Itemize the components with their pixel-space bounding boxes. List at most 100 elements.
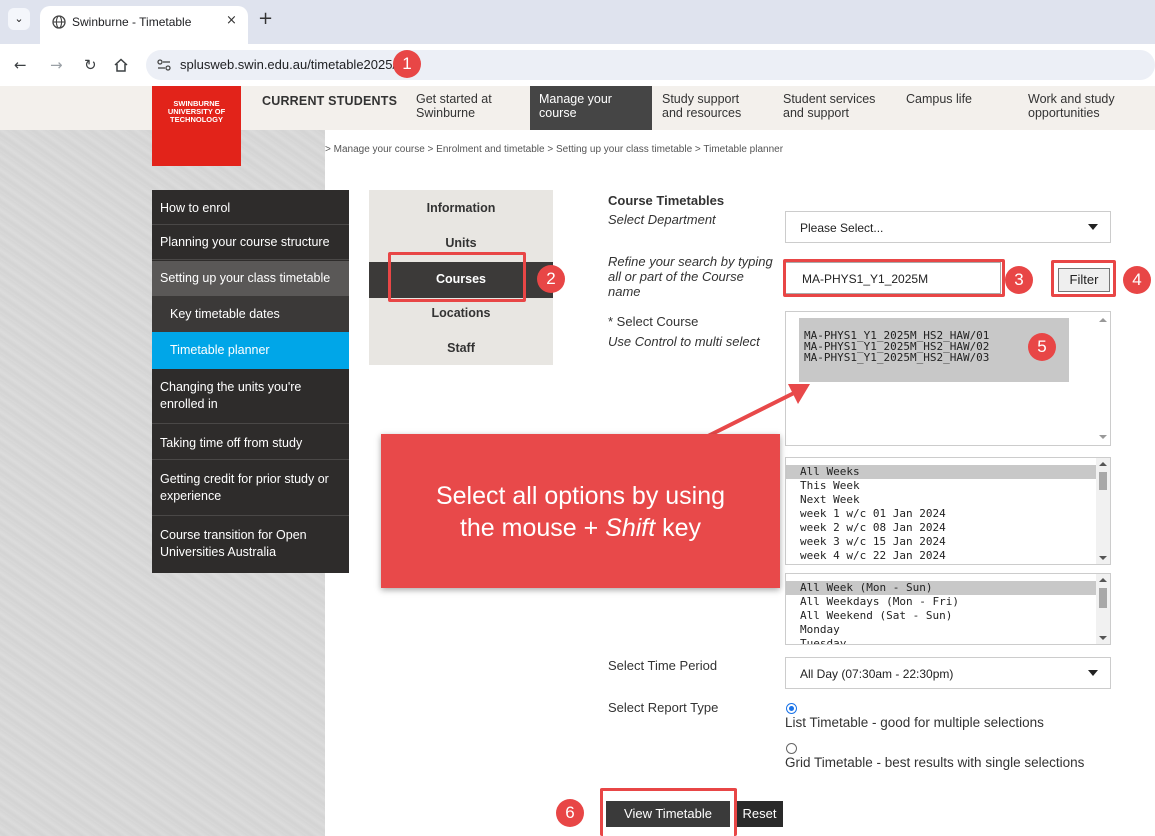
nav-campus-life[interactable]: Campus life xyxy=(906,92,972,106)
sidebar-item-planning[interactable]: Planning your course structure xyxy=(152,234,349,251)
subnav-locations[interactable]: Locations xyxy=(369,306,553,320)
select-department-label: Select Department xyxy=(608,212,716,227)
time-period-select[interactable]: All Day (07:30am - 22:30pm) xyxy=(785,657,1111,689)
nav-label: Swinburne xyxy=(416,106,476,120)
callout-line: Select all options by using xyxy=(435,482,726,510)
nav-manage-course[interactable]: Manage your course xyxy=(539,92,612,120)
sidebar-item-label: Changing the units you're xyxy=(160,380,302,394)
tab-search-chevron-icon[interactable]: ⌄ xyxy=(8,8,30,30)
department-select[interactable]: Please Select... xyxy=(785,211,1111,243)
sidebar-item-setting-up[interactable]: Setting up your class timetable xyxy=(152,261,349,296)
days-listbox-scrollbar[interactable] xyxy=(1096,574,1110,644)
week-option[interactable]: week 3 w/c 15 Jan 2024 xyxy=(786,535,1110,549)
course-timetables-heading: Course Timetables xyxy=(608,193,725,208)
home-icon[interactable] xyxy=(113,57,129,73)
time-period-label: Select Time Period xyxy=(608,658,718,673)
browser-tab[interactable]: Swinburne - Timetable × xyxy=(40,6,248,44)
reset-button[interactable]: Reset xyxy=(736,801,783,827)
sidebar-item-key-dates[interactable]: Key timetable dates xyxy=(152,296,349,332)
sidebar-item-course-transition[interactable]: Course transition for Open Universities … xyxy=(152,527,349,561)
scroll-down-icon[interactable] xyxy=(1099,636,1107,640)
sidebar-item-label: Universities Australia xyxy=(160,545,277,559)
weeks-listbox[interactable]: All Weeks This Week Next Week week 1 w/c… xyxy=(785,457,1111,565)
step-badge-3: 3 xyxy=(1005,266,1033,294)
sidebar-divider xyxy=(152,224,349,225)
chevron-down-icon xyxy=(1088,224,1098,230)
annotation-box-courses xyxy=(388,252,526,302)
day-option[interactable]: Tuesday xyxy=(786,637,1110,644)
report-list-label[interactable]: List Timetable - good for multiple selec… xyxy=(785,715,1044,730)
site-settings-icon[interactable] xyxy=(156,57,172,73)
nav-student-services[interactable]: Student services and support xyxy=(783,92,875,120)
nav-label: Work and study xyxy=(1028,92,1115,106)
report-grid-label[interactable]: Grid Timetable - best results with singl… xyxy=(785,755,1084,770)
step-badge-4: 4 xyxy=(1123,266,1151,294)
course-listbox-scrollbar[interactable] xyxy=(1096,312,1110,445)
step-badge-6: 6 xyxy=(556,799,584,827)
sidebar-item-label: enrolled in xyxy=(160,397,218,411)
nav-label: and resources xyxy=(662,106,742,120)
nav-label: Get started at xyxy=(416,92,492,106)
report-grid-radio[interactable] xyxy=(786,743,797,754)
weeks-listbox-scrollbar[interactable] xyxy=(1096,458,1110,564)
callout-line: the mouse + Shift key xyxy=(381,512,780,544)
nav-get-started[interactable]: Get started at Swinburne xyxy=(416,92,492,120)
report-type-label: Select Report Type xyxy=(608,700,719,715)
globe-icon xyxy=(52,15,66,29)
sidebar-divider xyxy=(152,515,349,516)
refine-label-line: Refine your search by typing xyxy=(608,254,773,269)
annotation-box-view xyxy=(600,788,737,836)
sidebar-item-label: Setting up your class timetable xyxy=(160,271,331,285)
week-option[interactable]: week 2 w/c 08 Jan 2024 xyxy=(786,521,1110,535)
week-option[interactable]: Next Week xyxy=(786,493,1110,507)
url-field[interactable]: splusweb.swin.edu.au/timetable2025/ xyxy=(146,50,1155,80)
course-option[interactable]: MA-PHYS1_Y1_2025M_HS2_HAW/03 xyxy=(804,352,989,363)
scroll-thumb[interactable] xyxy=(1099,588,1107,608)
sidebar-item-label: Getting credit for prior study or xyxy=(160,472,329,486)
sidebar-item-credit[interactable]: Getting credit for prior study or experi… xyxy=(152,471,349,505)
week-option[interactable]: All Weeks xyxy=(786,465,1110,479)
week-option[interactable]: week 4 w/c 22 Jan 2024 xyxy=(786,549,1110,563)
nav-label: opportunities xyxy=(1028,106,1100,120)
week-option[interactable]: This Week xyxy=(786,479,1110,493)
scroll-up-icon[interactable] xyxy=(1099,462,1107,466)
current-students-link[interactable]: CURRENT STUDENTS xyxy=(262,94,397,108)
url-text: splusweb.swin.edu.au/timetable2025/ xyxy=(180,57,397,72)
nav-work-study[interactable]: Work and study opportunities xyxy=(1028,92,1115,120)
swinburne-logo[interactable]: SWINBURNE UNIVERSITY OF TECHNOLOGY xyxy=(152,86,241,166)
sidebar-item-time-off[interactable]: Taking time off from study xyxy=(152,435,349,452)
subnav-information[interactable]: Information xyxy=(369,201,553,215)
scroll-down-icon[interactable] xyxy=(1099,435,1107,439)
step-badge-1: 1 xyxy=(393,50,421,78)
scroll-thumb[interactable] xyxy=(1099,472,1107,490)
breadcrumb: > Manage your course > Enrolment and tim… xyxy=(325,144,784,155)
forward-arrow-icon[interactable]: → xyxy=(50,56,63,74)
day-option[interactable]: All Weekend (Sat - Sun) xyxy=(786,609,1110,623)
tab-close-icon[interactable]: × xyxy=(226,13,237,28)
report-list-radio[interactable] xyxy=(786,703,797,714)
scroll-down-icon[interactable] xyxy=(1099,556,1107,560)
subnav-staff[interactable]: Staff xyxy=(369,341,553,355)
course-listbox[interactable]: MA-PHYS1_Y1_2025M_HS2_HAW/01 MA-PHYS1_Y1… xyxy=(785,311,1111,446)
scroll-up-icon[interactable] xyxy=(1099,578,1107,582)
back-arrow-icon[interactable]: ← xyxy=(14,56,27,74)
day-option[interactable]: Monday xyxy=(786,623,1110,637)
sidebar-item-changing-units[interactable]: Changing the units you're enrolled in xyxy=(152,379,349,413)
nav-study-support[interactable]: Study support and resources xyxy=(662,92,741,120)
sidebar-item-how-to-enrol[interactable]: How to enrol xyxy=(152,200,349,217)
days-listbox[interactable]: All Week (Mon - Sun) All Weekdays (Mon -… xyxy=(785,573,1111,645)
logo-line: TECHNOLOGY xyxy=(170,115,223,124)
nav-label: Study support xyxy=(662,92,740,106)
new-tab-icon[interactable]: + xyxy=(258,10,273,28)
instruction-callout: Select all options by using the mouse + … xyxy=(381,434,780,588)
browser-tab-strip: ⌄ Swinburne - Timetable × + xyxy=(0,0,1155,44)
scroll-up-icon[interactable] xyxy=(1099,318,1107,322)
week-option[interactable]: week 1 w/c 01 Jan 2024 xyxy=(786,507,1110,521)
callout-emphasis: Shift xyxy=(605,514,656,542)
sidebar-item-label: Key timetable dates xyxy=(170,307,280,321)
subnav-units[interactable]: Units xyxy=(369,236,553,250)
sidebar-item-timetable-planner[interactable]: Timetable planner xyxy=(152,332,349,369)
reload-icon[interactable]: ↻ xyxy=(84,56,97,74)
day-option[interactable]: All Week (Mon - Sun) xyxy=(786,581,1110,595)
day-option[interactable]: All Weekdays (Mon - Fri) xyxy=(786,595,1110,609)
